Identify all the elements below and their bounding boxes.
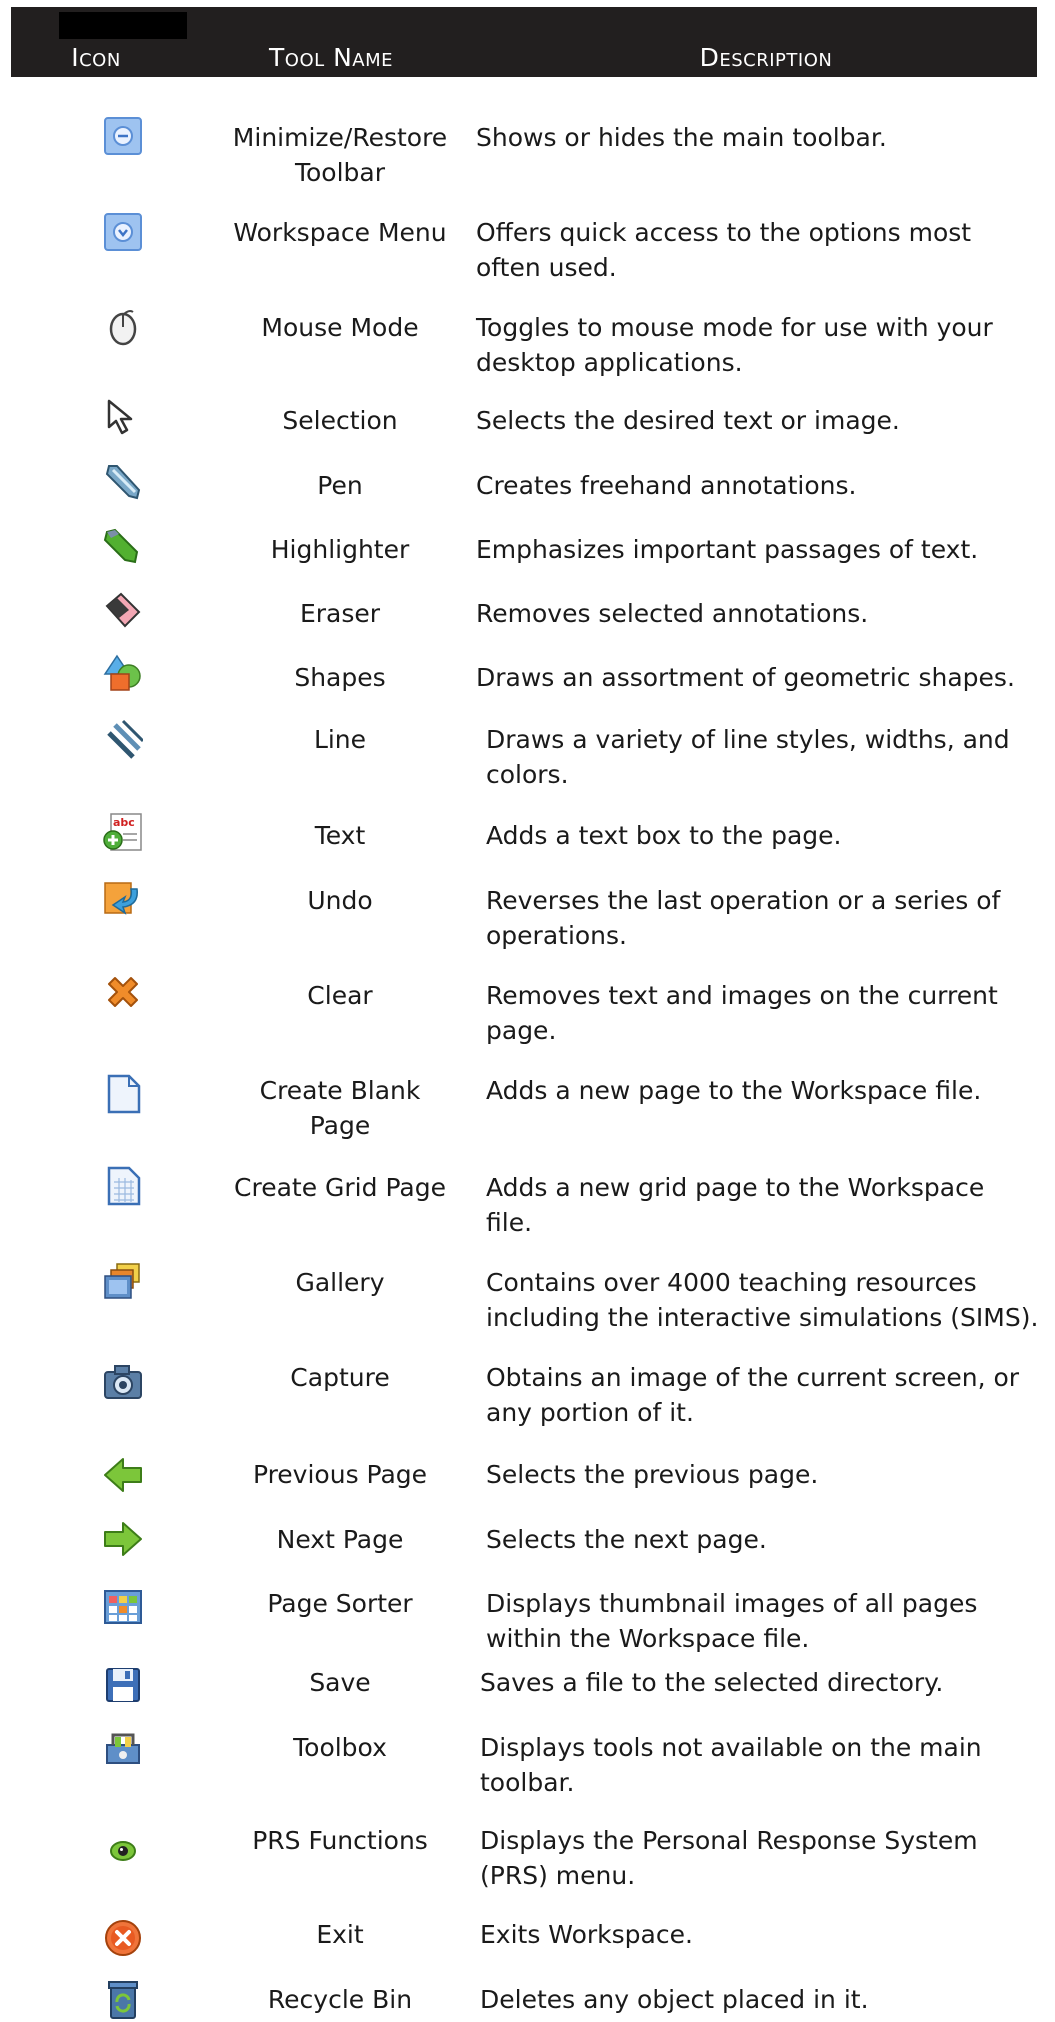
shapes-icon [103,654,143,694]
page-sorter-icon [103,1587,143,1627]
tool-description: Draws a variety of line styles, widths, … [486,725,1010,789]
tool-name: Gallery [295,1268,385,1297]
tool-description: Exits Workspace. [480,1920,693,1949]
tool-description: Obtains an image of the current screen, … [486,1363,1020,1427]
tool-name: Page Sorter [267,1589,413,1618]
pen-icon [103,462,143,502]
tool-name: Text [314,821,366,850]
recycle-bin-icon [103,1980,143,2020]
save-icon [103,1665,143,1705]
tool-description: Selects the previous page. [486,1460,819,1489]
tool-name: Clear [307,981,373,1010]
tool-name: Create Grid Page [234,1173,446,1202]
gallery-icon [103,1262,143,1302]
camera-icon [103,1362,143,1402]
tool-name: PRS Functions [252,1826,428,1855]
tool-description: Contains over 4000 teaching resources in… [486,1268,1039,1332]
tool-name: Pen [317,471,363,500]
tool-description: Deletes any object placed in it. [480,1985,869,2014]
tool-description: Adds a new grid page to the Workspace fi… [486,1173,985,1237]
redaction-bar [59,12,187,39]
tool-name: Create Blank Page [259,1076,421,1140]
tool-name: Recycle Bin [267,1985,413,2014]
prs-icon [103,1831,143,1871]
tool-description: Removes selected annotations. [476,599,869,628]
next-page-icon [103,1519,143,1559]
tool-name: Previous Page [252,1460,428,1489]
tool-description: Emphasizes important passages of text. [476,535,979,564]
tool-description: Removes text and images on the current p… [486,981,998,1045]
clear-icon [103,972,143,1012]
tool-description: Displays thumbnail images of all pages w… [486,1589,978,1653]
header-icon-column: Icon [71,43,121,72]
tool-description: Offers quick access to the options most … [476,218,972,282]
table-header: Icon Tool Name Description [11,7,1037,77]
header-description-column: Description [699,43,833,72]
blank-page-icon [103,1074,143,1114]
header-tool-name-column: Tool Name [269,43,393,72]
tool-description: Reverses the last operation or a series … [486,886,1001,950]
tool-name: Exit [316,1920,364,1949]
tool-name: Next Page [276,1525,404,1554]
tool-description: Selects the next page. [486,1525,767,1554]
tool-name: Workspace Menu [233,218,447,247]
exit-icon [103,1918,143,1958]
toolbox-icon [103,1727,143,1767]
workspace-menu-icon [103,212,143,252]
tool-description: Shows or hides the main toolbar. [476,123,887,152]
tool-description: Adds a text box to the page. [486,821,842,850]
eraser-icon [103,590,143,630]
tool-description: Toggles to mouse mode for use with your … [476,313,993,377]
tool-name: Mouse Mode [261,313,419,342]
tool-description: Adds a new page to the Workspace file. [486,1076,982,1105]
svg-text:abc: abc [113,816,135,829]
tool-description: Draws an assortment of geometric shapes. [476,663,1015,692]
tool-description: Creates freehand annotations. [476,471,857,500]
tool-name: Capture [290,1363,390,1392]
tool-name: Undo [307,886,373,915]
line-icon [103,719,143,759]
tool-description: Saves a file to the selected directory. [480,1668,944,1697]
undo-icon [103,877,143,917]
grid-page-icon [103,1166,143,1206]
mouse-icon [103,307,143,347]
highlighter-icon [103,526,143,566]
tool-name: Minimize/Restore Toolbar [232,123,448,187]
minimize-toolbar-icon [103,116,143,156]
tool-name: Eraser [299,599,381,628]
tool-name: Selection [282,406,398,435]
tool-description: Displays the Personal Response System (P… [480,1826,978,1890]
previous-page-icon [103,1455,143,1495]
tool-description: Selects the desired text or image. [476,406,900,435]
text-icon: abc [103,812,143,852]
tool-name: Toolbox [293,1733,387,1762]
tool-description: Displays tools not available on the main… [480,1733,982,1797]
tool-name: Highlighter [270,535,410,564]
tool-name: Line [313,725,367,754]
tool-name: Shapes [294,663,386,692]
tool-name: Save [309,1668,371,1697]
selection-arrow-icon [103,397,143,437]
